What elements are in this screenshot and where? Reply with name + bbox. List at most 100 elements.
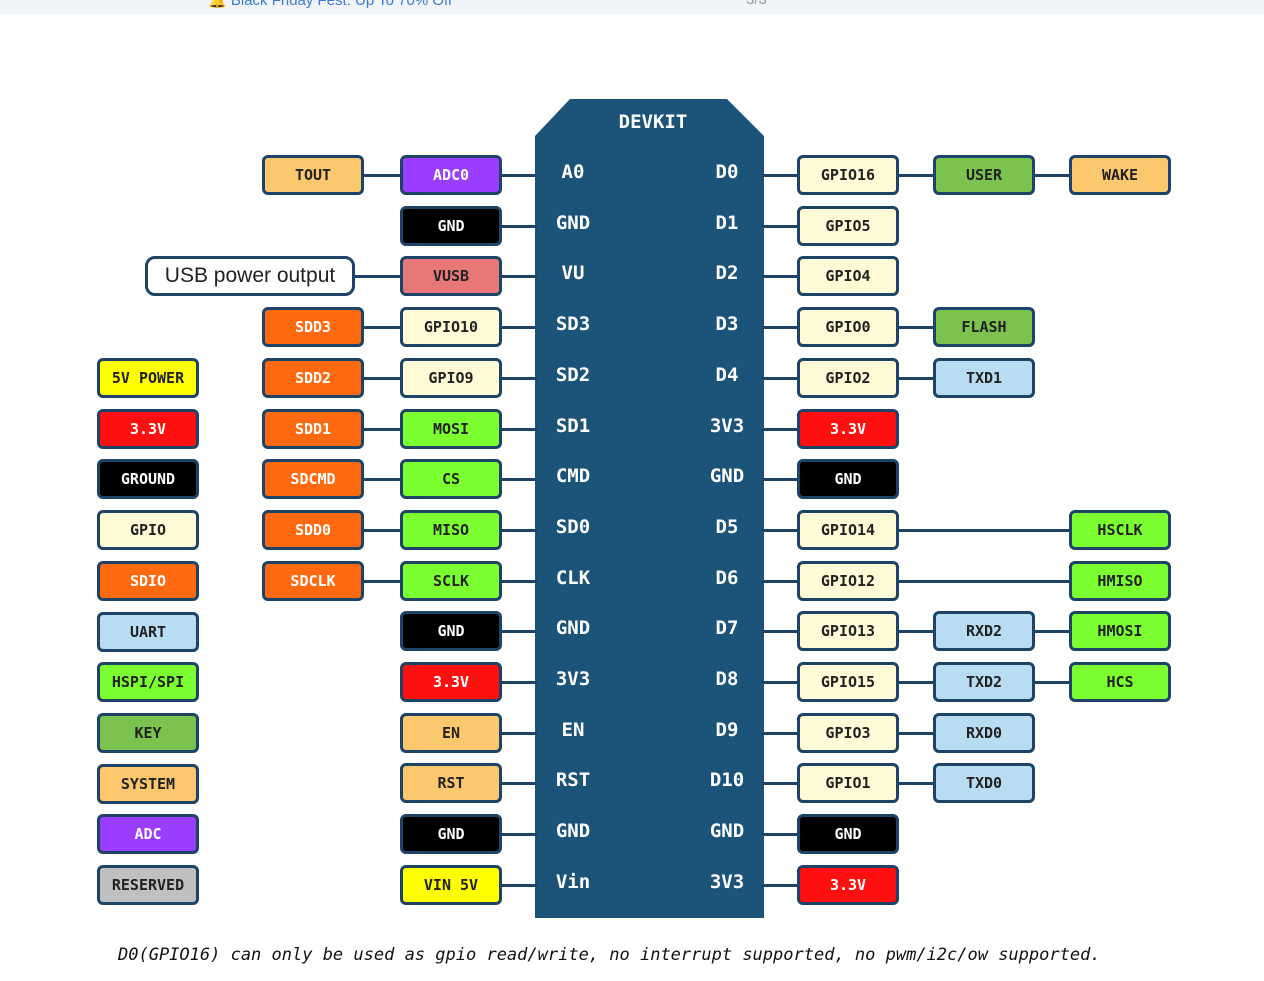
connector-line — [762, 782, 797, 786]
pin-label-gpio3: GPIO3 — [797, 712, 899, 753]
board-pin-d6: D6 — [715, 566, 739, 589]
board-pin-3v3: 3V3 — [709, 414, 745, 437]
connector-line — [500, 427, 537, 431]
pin-label-gpio1: GPIO1 — [797, 763, 899, 804]
pin-label-gpio5: GPIO5 — [797, 205, 899, 246]
connector-line — [500, 782, 537, 786]
pin-label-tout: TOUT — [262, 155, 364, 195]
pin-label-gnd: GND — [400, 205, 502, 246]
connector-line — [897, 528, 1069, 532]
pin-label-miso: MISO — [400, 509, 502, 550]
connector-line — [762, 883, 797, 887]
board-pin-gnd: GND — [555, 211, 591, 234]
pin-label-sdd0: SDD0 — [262, 509, 364, 550]
board-pin-d10: D10 — [709, 769, 745, 792]
pin-label-en: EN — [400, 712, 502, 753]
board-pin-d0: D0 — [715, 161, 739, 183]
pin-label-sdd2: SDD2 — [262, 357, 364, 398]
pin-label-gpio10: GPIO10 — [400, 307, 502, 348]
connector-line — [1033, 630, 1069, 634]
connector-line — [762, 376, 797, 380]
board-pin-d2: D2 — [715, 262, 739, 285]
pin-label-adc: ADC — [97, 814, 199, 855]
board-pin-3v3: 3V3 — [555, 668, 591, 690]
pin-label-hcs: HCS — [1069, 662, 1171, 702]
connector-line — [897, 579, 1069, 583]
connector-line — [897, 326, 933, 330]
connector-line — [500, 579, 537, 583]
pin-label-usb-power-output: USB power output — [145, 256, 355, 297]
pin-label-user: USER — [933, 155, 1035, 195]
connector-line — [500, 883, 537, 887]
pin-label-wake: WAKE — [1069, 155, 1171, 195]
connector-line — [500, 731, 537, 735]
connector-line — [355, 275, 400, 279]
board-pin-d1: D1 — [715, 211, 739, 234]
connector-line — [364, 478, 400, 482]
connector-line — [762, 275, 797, 279]
pin-label-txd2: TXD2 — [933, 662, 1035, 702]
board-pin-gnd: GND — [709, 820, 745, 843]
pin-label-key: KEY — [97, 712, 199, 753]
connector-line — [762, 427, 797, 431]
connector-line — [762, 174, 797, 177]
board-pin-clk: CLK — [555, 566, 591, 589]
board-pin-sd2: SD2 — [555, 363, 591, 386]
connector-line — [762, 630, 797, 634]
connector-line — [762, 528, 797, 532]
connector-line — [500, 224, 537, 228]
pin-label-adc0: ADC0 — [400, 155, 502, 195]
connector-line — [897, 681, 933, 684]
board-pin-gnd: GND — [709, 465, 745, 488]
board-pin-vu: VU — [561, 262, 585, 285]
footer-note: D0(GPIO16) can only be used as gpio read… — [118, 945, 1101, 965]
pin-label-3-3v: 3.3V — [797, 408, 899, 449]
promo-link[interactable]: 🔔 Black Friday Fest: Up To 70% Off — [208, 0, 452, 9]
connector-line — [500, 174, 537, 177]
connector-line — [364, 326, 400, 330]
connector-line — [364, 579, 400, 583]
pin-label-hmosi: HMOSI — [1069, 611, 1171, 652]
pin-label-rxd0: RXD0 — [933, 712, 1035, 753]
top-banner: 🔔 Black Friday Fest: Up To 70% Off 3/3 — [0, 0, 1264, 14]
pin-label-hmiso: HMISO — [1069, 560, 1171, 601]
pin-label-sdd3: SDD3 — [262, 307, 364, 348]
connector-line — [500, 630, 537, 634]
connector-line — [500, 681, 537, 684]
connector-line — [500, 275, 537, 279]
connector-line — [364, 376, 400, 380]
pin-label-3-3v: 3.3V — [400, 662, 502, 702]
board-pin-sd0: SD0 — [555, 515, 591, 538]
pin-label-hspi-spi: HSPI/SPI — [97, 662, 199, 703]
connector-line — [500, 376, 537, 380]
board-pin-gnd: GND — [555, 617, 591, 640]
connector-line — [897, 731, 933, 735]
pin-label-sdio: SDIO — [97, 560, 199, 601]
board-pin-vin: Vin — [555, 870, 591, 893]
board-pin-sd1: SD1 — [555, 414, 591, 437]
connector-line — [500, 326, 537, 330]
pin-label-reserved: RESERVED — [97, 865, 199, 905]
pin-label-gnd: GND — [400, 814, 502, 855]
connector-line — [897, 782, 933, 786]
connector-line — [1033, 681, 1069, 684]
promo-text[interactable]: Black Friday Fest: Up To 70% Off — [231, 0, 452, 9]
connector-line — [897, 376, 933, 380]
connector-line — [762, 326, 797, 330]
board-pin-d4: D4 — [715, 363, 739, 386]
pin-label-rxd2: RXD2 — [933, 611, 1035, 652]
connector-line — [500, 528, 537, 532]
connector-line — [762, 833, 797, 837]
pin-label-vusb: VUSB — [400, 256, 502, 297]
board-title: DEVKIT — [618, 111, 688, 133]
pin-label-gnd: GND — [797, 459, 899, 500]
pin-label-flash: FLASH — [933, 307, 1035, 348]
pin-label-gpio0: GPIO0 — [797, 307, 899, 348]
board-pin-en: EN — [561, 718, 585, 741]
pin-label-ground: GROUND — [97, 459, 199, 500]
board-pin-d7: D7 — [715, 617, 739, 640]
pin-label-txd0: TXD0 — [933, 763, 1035, 804]
pin-label-sdd1: SDD1 — [262, 408, 364, 449]
pin-label-sdcmd: SDCMD — [262, 459, 364, 500]
connector-line — [762, 731, 797, 735]
